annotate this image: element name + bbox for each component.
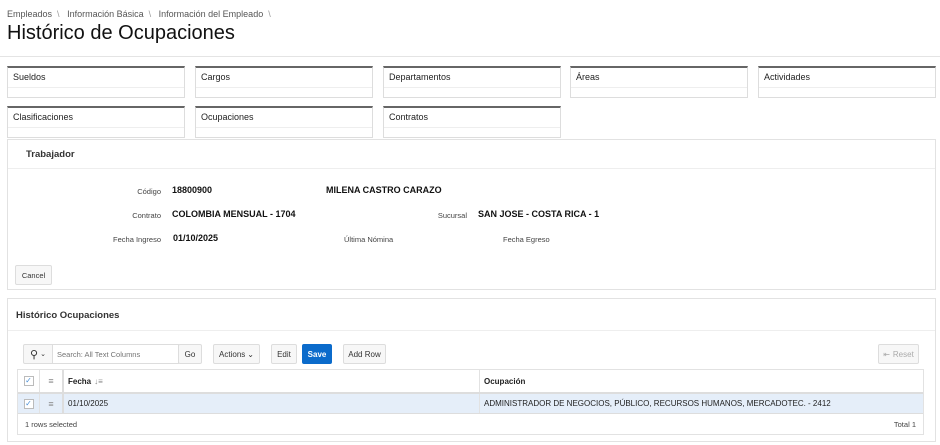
column-header-fecha[interactable]: Fecha ↓≡ [64,370,480,392]
breadcrumb: Empleados \ Información Básica \ Informaci… [7,9,271,19]
total-count: Total 1 [893,419,916,429]
grid-footer: 1 rows selected Total 1 [18,414,923,434]
column-label: Ocupación [484,376,526,386]
nombre-value: MILENA CASTRO CARAZO [326,185,442,195]
divider [0,56,940,57]
actions-menu-button[interactable]: Actions ⌄ [213,344,260,364]
reset-button[interactable]: ⇤ Reset [878,344,919,364]
edit-button[interactable]: Edit [271,344,297,364]
fecha-ingreso-label: Fecha Ingreso [113,235,161,244]
codigo-value: 18800900 [172,185,213,195]
card-label: Cargos [201,72,231,82]
actions-label: Actions [219,349,246,359]
card-label: Contratos [389,112,429,122]
card-contratos[interactable]: Contratos [383,106,561,138]
breadcrumb-empleados[interactable]: Empleados [7,9,52,19]
column-label: Fecha [68,376,92,386]
card-ocupaciones[interactable]: Ocupaciones [195,106,373,138]
cell-fecha[interactable]: 01/10/2025 [64,394,480,413]
codigo-label: Código [137,187,161,196]
reset-label: Reset [892,349,914,359]
sucursal-label: Sucursal [437,211,467,220]
save-button[interactable]: Save [302,344,332,364]
menu-icon[interactable]: ≡ [40,370,64,392]
table-row[interactable]: ✓ ≡ 01/10/2025 ADMINISTRADOR DE NEGOCIOS… [18,394,923,414]
region-title: Histórico Ocupaciones [16,310,120,321]
card-label: Actividades [764,72,811,82]
card-sueldos[interactable]: Sueldos [7,66,185,98]
contrato-value: COLOMBIA MENSUAL - 1704 [172,209,296,219]
card-areas[interactable]: Áreas [570,66,748,98]
card-cargos[interactable]: Cargos [195,66,373,98]
row-checkbox[interactable]: ✓ [23,398,34,409]
interactive-grid: ✓ ≡ Fecha ↓≡ Ocupación ✓ ≡ 01/10/2025 ADM… [17,369,924,435]
card-clasificaciones[interactable]: Clasificaciones [7,106,185,138]
page-title: Histórico de Ocupaciones [7,22,235,44]
card-label: Áreas [576,72,600,82]
card-label: Departamentos [389,72,451,82]
chevron-down-icon: ⌄ [40,351,46,358]
card-label: Ocupaciones [201,112,254,122]
search-input[interactable] [52,344,179,364]
card-departamentos[interactable]: Departamentos [383,66,561,98]
ultima-nomina-label: Última Nómina [344,235,394,244]
region-title: Trabajador [26,149,75,160]
chevron-down-icon: ⌄ [247,349,254,359]
cell-ocupacion[interactable]: ADMINISTRADOR DE NEGOCIOS, PÚBLICO, RECU… [480,394,923,413]
sucursal-value: SAN JOSE - COSTA RICA - 1 [478,209,600,219]
card-label: Sueldos [13,72,46,82]
add-row-button[interactable]: Add Row [343,344,386,364]
fecha-egreso-label: Fecha Egreso [503,235,550,244]
row-actions-icon[interactable]: ≡ [40,394,64,413]
go-button[interactable]: Go [178,344,202,364]
fecha-ingreso-value: 01/10/2025 [173,233,219,243]
search-column-selector[interactable]: ⚲ ⌄ [23,344,53,364]
column-header-ocupacion[interactable]: Ocupación [480,370,923,392]
grid-header: ✓ ≡ Fecha ↓≡ Ocupación [18,370,923,394]
reset-icon: ⇤ [883,349,890,359]
trabajador-region: Trabajador Código 18800900 MILENA CASTRO… [7,139,936,290]
sort-desc-icon: ↓≡ [94,376,103,386]
cancel-button[interactable]: Cancel [15,265,52,285]
select-all-checkbox[interactable]: ✓ [23,376,34,386]
selection-count: 1 rows selected [25,419,78,429]
breadcrumb-informacion-empleado[interactable]: Información del Empleado [159,9,264,19]
contrato-label: Contrato [132,211,161,220]
card-label: Clasificaciones [13,112,74,122]
card-actividades[interactable]: Actividades [758,66,936,98]
search-icon: ⚲ [30,348,39,361]
breadcrumb-informacion-basica[interactable]: Información Básica [67,9,144,19]
